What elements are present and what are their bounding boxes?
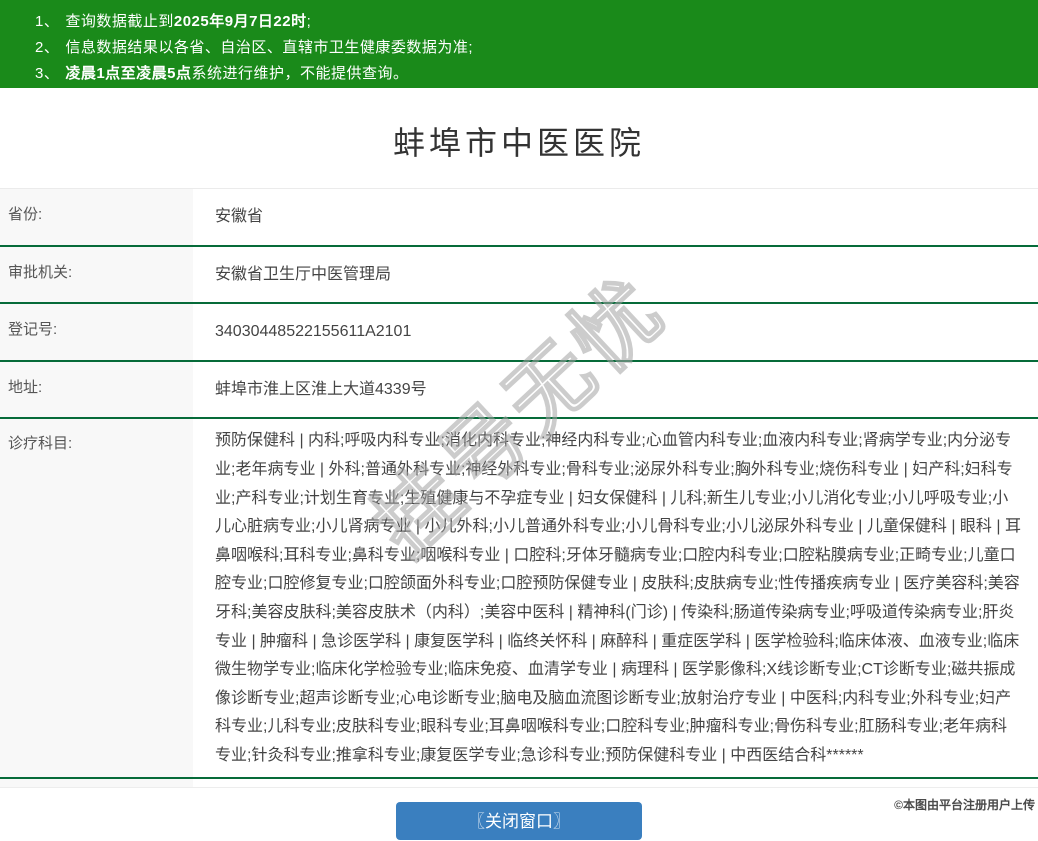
row-label: 登记号: <box>0 304 193 360</box>
notice-banner: 1、 查询数据截止到2025年9月7日22时; 2、 信息数据结果以各省、自治区、直… <box>0 0 1038 88</box>
row-label: 地址: <box>0 361 193 418</box>
notice-number: 3、 <box>35 65 60 82</box>
table-row-province: 省份: 安徽省 <box>0 189 1038 247</box>
hospital-info-table: 省份: 安徽省 审批机关: 安徽省卫生厅中医管理局 登记号: 340304485… <box>0 188 1038 788</box>
notice-text: ; <box>306 13 312 30</box>
row-label: 审批机关: <box>0 246 193 303</box>
notice-text: 查询数据截止到 <box>65 13 174 30</box>
notice-text-bold: 凌晨1点至凌晨5点 <box>65 65 192 82</box>
row-label: 省份: <box>0 189 193 245</box>
button-area: 〖关闭窗口〗 <box>0 801 1038 840</box>
row-value: 安徽省卫生厅中医管理局 <box>215 265 392 283</box>
row-value: 蚌埠市淮上区淮上大道4339号 <box>215 380 427 398</box>
row-value: 预防保健科 | 内科;呼吸内科专业;消化内科专业;神经内科专业;心血管内科专业;… <box>215 432 1021 764</box>
table-row-approval-authority: 审批机关: 安徽省卫生厅中医管理局 <box>0 246 1038 305</box>
notice-item-2: 2、 信息数据结果以各省、自治区、直辖市卫生健康委数据为准; <box>35 35 1038 61</box>
notice-number: 1、 <box>35 13 60 30</box>
notice-text: 系统进行维护，不能提供查询。 <box>191 65 409 82</box>
notice-number: 2、 <box>35 39 60 56</box>
table-row-registration-number: 登记号: 34030448522155611A2101 <box>0 304 1038 362</box>
notice-text-bold: 2025年9月7日22时 <box>173 13 307 30</box>
notice-text: 信息数据结果以各省、自治区、直辖市卫生健康委数据为准; <box>65 39 474 56</box>
page-title: 蚌埠市中医医院 <box>392 125 645 161</box>
image-credit: ©本图由平台注册用户上传 <box>894 798 1035 812</box>
close-window-button[interactable]: 〖关闭窗口〗 <box>396 801 642 840</box>
table-row-address: 地址: 蚌埠市淮上区淮上大道4339号 <box>0 361 1038 420</box>
notice-item-1: 1、 查询数据截止到2025年9月7日22时; <box>35 9 1038 35</box>
row-value: 安徽省 <box>215 208 264 225</box>
table-footer-stub <box>0 778 1038 788</box>
row-label: 诊疗科目: <box>0 419 193 777</box>
notice-item-3: 3、 凌晨1点至凌晨5点系统进行维护，不能提供查询。 <box>35 61 1038 87</box>
table-row-departments: 诊疗科目: 预防保健科 | 内科;呼吸内科专业;消化内科专业;神经内科专业;心血… <box>0 419 1038 779</box>
row-value: 34030448522155611A2101 <box>215 323 412 341</box>
